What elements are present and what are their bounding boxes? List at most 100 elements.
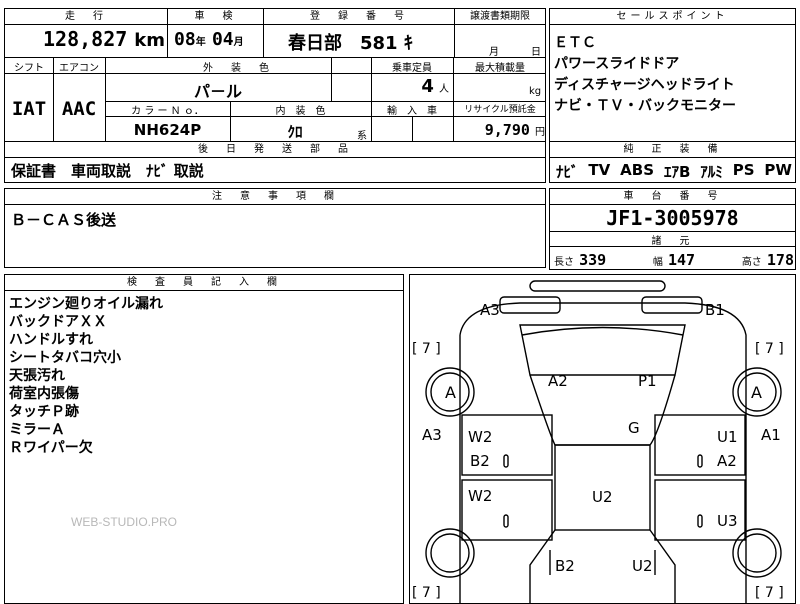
chassis-box: 車 台 番 号 JF1-3005978 諸 元 長さ 339 幅 147 高さ … bbox=[549, 188, 796, 270]
recycle-value: 9,790 bbox=[484, 121, 530, 139]
inspector-box: 検 査 員 記 入 欄 エンジン廻りオイル漏れ バックドアＸＸ ハンドルすれ シ… bbox=[4, 274, 404, 604]
damage-code: A3 bbox=[422, 426, 442, 444]
sales-item: ディスチャージヘッドライト bbox=[554, 77, 735, 93]
inspection-year: 08 bbox=[174, 29, 196, 50]
inspector-line: ハンドルすれ bbox=[9, 332, 93, 348]
spec-header: 諸 元 bbox=[651, 236, 694, 247]
sales-box: セールスポイント ＥＴＣ パワースライドドア ディスチャージヘッドライト ナビ・… bbox=[549, 8, 796, 142]
damage-code: A bbox=[751, 383, 762, 402]
sales-item: ナビ・ＴＶ・バックモニター bbox=[554, 98, 736, 114]
damage-code: W2 bbox=[468, 428, 493, 446]
inspection-month: 04 bbox=[211, 29, 234, 50]
damage-code: W2 bbox=[468, 487, 493, 505]
interior-value: ｸﾛ bbox=[287, 123, 303, 141]
inspector-line: シートタバコ穴小 bbox=[9, 350, 121, 366]
registration-header: 登 録 番 号 bbox=[264, 9, 454, 25]
notes-box: 注 意 事 項 欄 Ｂ－ＣＡＳ後送 bbox=[4, 188, 546, 268]
damage-code: U2 bbox=[592, 488, 613, 506]
inspection-year-unit: 年 bbox=[195, 37, 206, 48]
import-header: 輸 入 車 bbox=[387, 106, 437, 117]
height-label: 高さ bbox=[741, 257, 762, 268]
damage-code: A bbox=[445, 383, 456, 402]
damage-code: B2 bbox=[470, 452, 490, 470]
ac-header: エアコン bbox=[59, 63, 99, 74]
capacity-value: 4 bbox=[421, 76, 434, 97]
equipment-item: ｴｱB bbox=[663, 163, 691, 181]
transfer-header: 譲渡書類期限 bbox=[455, 9, 545, 25]
mileage-value: 128,827 bbox=[43, 27, 128, 51]
color-no-header: カ ラ ー Ｎ ｏ． bbox=[131, 106, 204, 117]
equipment-item: ABS bbox=[620, 161, 655, 179]
load-header: 最大積載量 bbox=[475, 63, 525, 74]
tire-depth: [ 7 ] bbox=[755, 341, 784, 357]
inspection-month-unit: 月 bbox=[233, 37, 244, 48]
car-diagram: A3 B1 [ 7 ] [ 7 ] [ 7 ] [ 7 ] A A A2 P1 … bbox=[409, 274, 796, 604]
tire-depth: [ 7 ] bbox=[755, 585, 784, 601]
watermark: WEB-STUDIO.PRO bbox=[71, 515, 178, 529]
exterior-header: 外 装 色 bbox=[203, 63, 273, 74]
exterior-value: パ－ル bbox=[193, 82, 242, 101]
damage-code: U3 bbox=[717, 512, 738, 530]
chassis-number: JF1-3005978 bbox=[606, 206, 739, 230]
equipment-box: 純 正 装 備 ﾅﾋﾞ TV ABS ｴｱB ｱﾙﾐ PS PW bbox=[549, 141, 796, 183]
transfer-month: 月 bbox=[489, 47, 499, 58]
damage-code: U2 bbox=[632, 557, 653, 575]
interior-header: 内 装 色 bbox=[275, 106, 326, 117]
parts-header: 後 日 発 送 部 品 bbox=[5, 142, 545, 158]
inspector-line: エンジン廻りオイル漏れ bbox=[9, 296, 163, 312]
mileage-unit: km bbox=[134, 30, 165, 51]
interior-suffix: 系 bbox=[357, 131, 367, 142]
transfer-box: 譲渡書類期限 月 日 bbox=[454, 8, 546, 58]
shift-value: IAT bbox=[11, 98, 47, 120]
length-value: 339 bbox=[579, 251, 607, 269]
inspection-box: 車 検 08年 04月 bbox=[167, 8, 264, 58]
mileage-header: 走 行 bbox=[5, 9, 167, 25]
sales-header: セールスポイント bbox=[550, 9, 795, 25]
mileage-box: 走 行 128,827 km bbox=[4, 8, 168, 58]
damage-code: A2 bbox=[548, 372, 568, 390]
equipment-item: ｱﾙﾐ bbox=[700, 163, 723, 181]
color-no-value: NH624P bbox=[133, 121, 202, 139]
tire-depth: [ 7 ] bbox=[412, 341, 441, 357]
shift-header: シフト bbox=[14, 63, 44, 74]
capacity-header: 乗車定員 bbox=[392, 63, 432, 74]
registration-box: 登 録 番 号 春日部 581 ｷ 6707 bbox=[263, 8, 455, 76]
length-label: 長さ bbox=[554, 257, 574, 268]
damage-code: P1 bbox=[638, 372, 657, 390]
damage-code: G bbox=[628, 419, 640, 437]
ac-value: AAC bbox=[61, 98, 97, 120]
width-label: 幅 bbox=[652, 257, 663, 268]
specs-box: シフト エアコン 外 装 色 乗車定員 最大積載量 IAT AAC パ－ル 4 … bbox=[4, 57, 546, 142]
parts-box: 後 日 発 送 部 品 保証書 車両取説 ﾅﾋﾞ 取説 bbox=[4, 141, 546, 183]
notes-value: Ｂ－ＣＡＳ後送 bbox=[11, 211, 117, 229]
damage-code: B2 bbox=[555, 557, 575, 575]
inspector-line: 天張汚れ bbox=[9, 368, 65, 384]
equipment-header: 純 正 装 備 bbox=[550, 142, 795, 158]
sales-item: ＥＴＣ bbox=[554, 35, 596, 51]
load-unit: kg bbox=[529, 86, 542, 97]
equipment-item: TV bbox=[588, 161, 611, 179]
recycle-unit: 円 bbox=[535, 127, 545, 138]
equipment-item: ﾅﾋﾞ bbox=[556, 163, 579, 181]
inspection-header: 車 検 bbox=[168, 9, 263, 25]
parts-value: 保証書 車両取説 ﾅﾋﾞ 取説 bbox=[11, 162, 204, 180]
equipment-item: PW bbox=[764, 161, 792, 179]
damage-code: B1 bbox=[705, 301, 725, 319]
transfer-day: 日 bbox=[531, 47, 541, 58]
width-value: 147 bbox=[668, 251, 696, 269]
inspector-line: タッチＰ跡 bbox=[9, 404, 79, 420]
inspector-line: ミラーＡ bbox=[9, 422, 65, 438]
height-value: 178 bbox=[766, 251, 794, 269]
sales-item: パワースライドドア bbox=[554, 56, 680, 72]
damage-code: U1 bbox=[717, 428, 738, 446]
recycle-header: リサイクル預託金 bbox=[464, 105, 536, 115]
damage-code: A2 bbox=[717, 452, 737, 470]
chassis-header: 車 台 番 号 bbox=[550, 189, 795, 205]
inspector-header: 検 査 員 記 入 欄 bbox=[5, 275, 403, 291]
damage-code: A1 bbox=[761, 426, 781, 444]
damage-code: A3 bbox=[480, 301, 500, 319]
inspector-line: Ｒワイパー欠 bbox=[9, 440, 93, 456]
equipment-item: PS bbox=[732, 161, 755, 179]
inspector-line: バックドアＸＸ bbox=[9, 314, 107, 330]
inspector-line: 荷室内張傷 bbox=[9, 386, 79, 402]
